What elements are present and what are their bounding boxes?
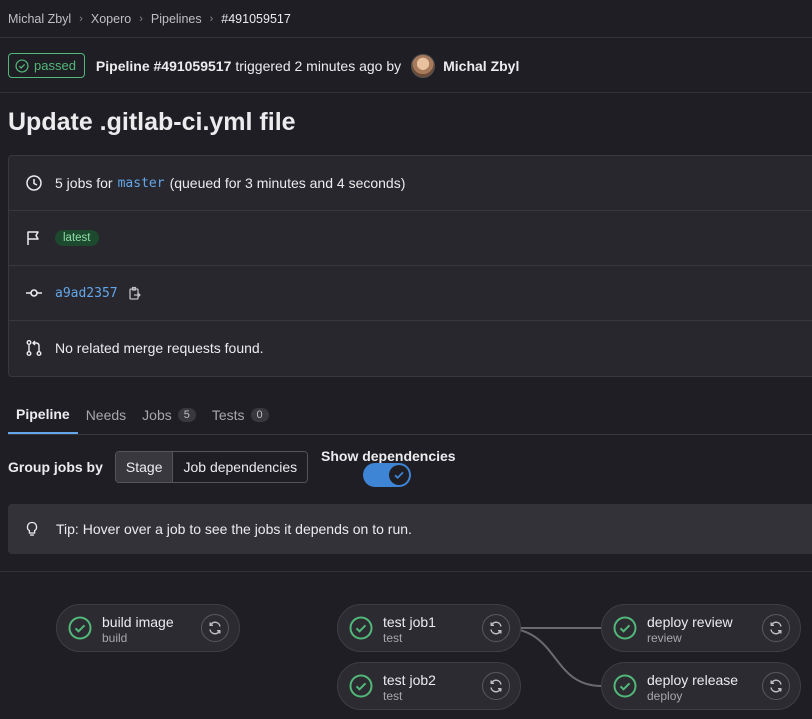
job-name: test job2 (383, 672, 436, 688)
retry-icon (490, 621, 502, 635)
status-success-icon (349, 616, 373, 640)
retry-button[interactable] (201, 614, 229, 642)
retry-icon (770, 679, 782, 693)
job-name: build image (102, 614, 174, 630)
job-stage: review (647, 631, 682, 645)
job-deploy-review[interactable]: deploy review review (601, 604, 801, 652)
job-stage: deploy (647, 689, 683, 703)
retry-icon (209, 621, 221, 635)
job-stage: test (383, 689, 403, 703)
job-test-job2[interactable]: test job2 test (337, 662, 521, 710)
retry-button[interactable] (482, 614, 510, 642)
retry-button[interactable] (762, 672, 790, 700)
retry-icon (770, 621, 782, 635)
job-build-image[interactable]: build image build (56, 604, 240, 652)
job-stage: test (383, 631, 403, 645)
retry-button[interactable] (762, 614, 790, 642)
status-success-icon (613, 674, 637, 698)
job-name: deploy review (647, 614, 733, 630)
status-success-icon (349, 674, 373, 698)
job-name: deploy release (647, 672, 739, 688)
job-deploy-release[interactable]: deploy release deploy (601, 662, 801, 710)
status-success-icon (68, 616, 92, 640)
job-name: test job1 (383, 614, 436, 630)
retry-button[interactable] (482, 672, 510, 700)
job-stage: build (102, 631, 128, 645)
status-success-icon (613, 616, 637, 640)
retry-icon (490, 679, 502, 693)
job-test-job1[interactable]: test job1 test (337, 604, 521, 652)
